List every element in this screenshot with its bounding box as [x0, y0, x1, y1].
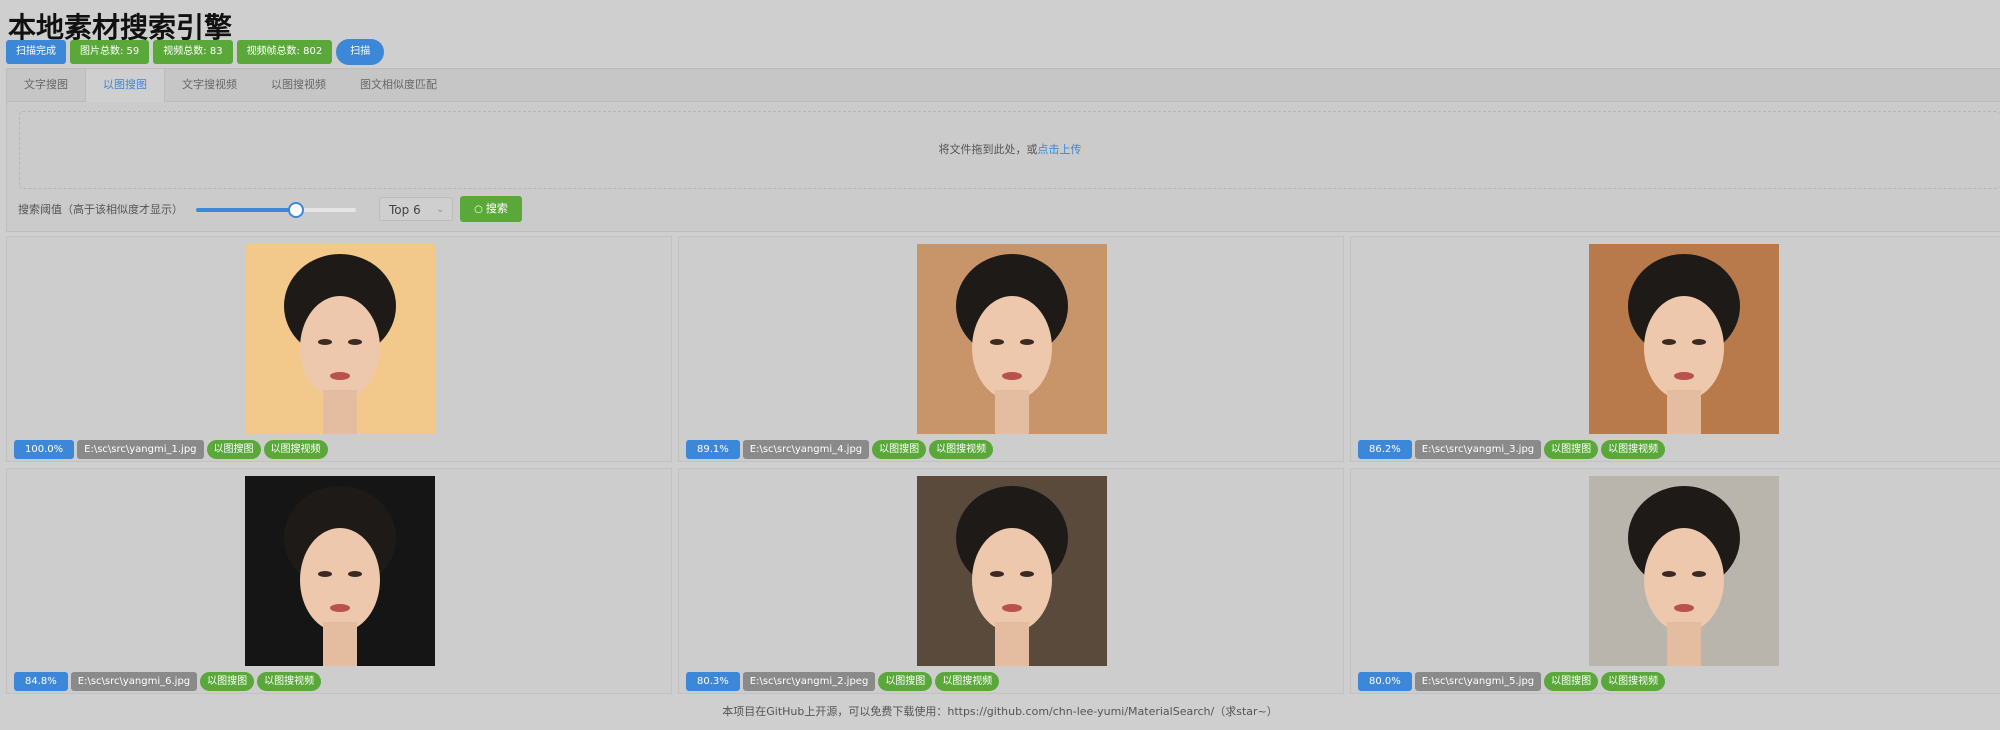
search-video-by-image-button[interactable]: 以图搜视频 — [929, 440, 994, 459]
search-by-image-button[interactable]: 以图搜图 — [200, 672, 255, 691]
result-image[interactable] — [245, 476, 435, 666]
file-path: E:\sc\src\yangmi_5.jpg — [1414, 672, 1542, 691]
search-icon: ○ — [474, 204, 483, 215]
result-image[interactable] — [917, 476, 1107, 666]
file-path: E:\sc\src\yangmi_6.jpg — [70, 672, 198, 691]
scan-status-badge: 扫描完成 — [6, 40, 66, 64]
upload-dropzone[interactable]: 将文件拖到此处，或点击上传 — [19, 111, 2000, 189]
file-path: E:\sc\src\yangmi_2.jpeg — [742, 672, 876, 691]
slider-handle[interactable] — [288, 202, 305, 218]
result-meta: 80.3% E:\sc\src\yangmi_2.jpeg 以图搜图 以图搜视频 — [686, 672, 1000, 691]
threshold-label: 搜索阈值（高于该相似度才显示） — [18, 203, 183, 216]
result-meta: 84.8% E:\sc\src\yangmi_6.jpg 以图搜图 以图搜视频 — [14, 672, 322, 691]
result-image[interactable] — [245, 244, 435, 434]
image-count-badge: 图片总数: 59 — [70, 40, 150, 64]
search-video-by-image-button[interactable]: 以图搜视频 — [935, 672, 1000, 691]
result-meta: 86.2% E:\sc\src\yangmi_3.jpg 以图搜图 以图搜视频 — [1358, 440, 1666, 459]
file-path: E:\sc\src\yangmi_3.jpg — [1414, 440, 1542, 459]
search-by-image-button[interactable]: 以图搜图 — [1544, 440, 1599, 459]
file-path: E:\sc\src\yangmi_1.jpg — [77, 440, 204, 459]
tab-image-text-match[interactable]: 图文相似度匹配 — [343, 69, 454, 101]
similarity-score: 84.8% — [14, 672, 68, 691]
search-by-image-button[interactable]: 以图搜图 — [206, 440, 261, 459]
search-video-by-image-button[interactable]: 以图搜视频 — [1601, 672, 1666, 691]
chevron-down-icon: ⌄ — [436, 205, 444, 215]
result-card: 89.1% E:\sc\src\yangmi_4.jpg 以图搜图 以图搜视频 — [678, 236, 1344, 462]
tab-bar: 文字搜图 以图搜图 文字搜视频 以图搜视频 图文相似度匹配 — [7, 69, 2000, 102]
result-meta: 89.1% E:\sc\src\yangmi_4.jpg 以图搜图 以图搜视频 — [686, 440, 994, 459]
similarity-score: 86.2% — [1358, 440, 1412, 459]
search-video-by-image-button[interactable]: 以图搜视频 — [1601, 440, 1666, 459]
status-bar: 扫描完成 图片总数: 59 视频总数: 83 视频帧总数: 802 扫描 — [6, 39, 385, 65]
result-card: 84.8% E:\sc\src\yangmi_6.jpg 以图搜图 以图搜视频 — [6, 468, 672, 694]
result-card: 100.0% E:\sc\src\yangmi_1.jpg 以图搜图 以图搜视频 — [6, 236, 672, 462]
result-image[interactable] — [1589, 244, 1779, 434]
tab-image-to-image[interactable]: 以图搜图 — [85, 69, 165, 102]
result-meta: 80.0% E:\sc\src\yangmi_5.jpg 以图搜图 以图搜视频 — [1358, 672, 1666, 691]
tab-image-to-video[interactable]: 以图搜视频 — [254, 69, 343, 101]
upload-link[interactable]: 点击上传 — [1038, 143, 1082, 156]
result-card: 86.2% E:\sc\src\yangmi_3.jpg 以图搜图 以图搜视频 — [1350, 236, 2000, 462]
top-k-value: Top 6 — [389, 203, 421, 217]
frame-count-badge: 视频帧总数: 802 — [236, 40, 333, 64]
video-count-badge: 视频总数: 83 — [153, 40, 233, 64]
search-button-label: 搜索 — [485, 202, 508, 215]
search-video-by-image-button[interactable]: 以图搜视频 — [263, 440, 328, 459]
result-image[interactable] — [1589, 476, 1779, 666]
search-by-image-button[interactable]: 以图搜图 — [878, 672, 933, 691]
similarity-score: 80.3% — [686, 672, 740, 691]
footer-text: 本项目在GitHub上开源，可以免费下载使用：https://github.co… — [722, 705, 1278, 718]
similarity-score: 80.0% — [1358, 672, 1412, 691]
tab-text-to-image[interactable]: 文字搜图 — [7, 69, 85, 101]
result-meta: 100.0% E:\sc\src\yangmi_1.jpg 以图搜图 以图搜视频 — [14, 440, 328, 459]
scan-button[interactable]: 扫描 — [336, 39, 385, 65]
result-image[interactable] — [917, 244, 1107, 434]
search-by-image-button[interactable]: 以图搜图 — [1544, 672, 1599, 691]
file-path: E:\sc\src\yangmi_4.jpg — [742, 440, 870, 459]
result-card: 80.3% E:\sc\src\yangmi_2.jpeg 以图搜图 以图搜视频 — [678, 468, 1344, 694]
similarity-score: 100.0% — [14, 440, 75, 459]
top-k-select[interactable]: Top 6 ⌄ — [379, 197, 453, 221]
search-by-image-button[interactable]: 以图搜图 — [872, 440, 927, 459]
search-panel: 文字搜图 以图搜图 文字搜视频 以图搜视频 图文相似度匹配 将文件拖到此处，或点… — [6, 68, 2000, 232]
slider-fill — [196, 208, 296, 212]
upload-hint: 将文件拖到此处，或 — [938, 143, 1038, 156]
threshold-slider[interactable] — [196, 202, 356, 218]
search-button[interactable]: ○ 搜索 — [460, 196, 522, 222]
search-video-by-image-button[interactable]: 以图搜视频 — [257, 672, 322, 691]
result-card: 80.0% E:\sc\src\yangmi_5.jpg 以图搜图 以图搜视频 — [1350, 468, 2000, 694]
similarity-score: 89.1% — [686, 440, 740, 459]
tab-text-to-video[interactable]: 文字搜视频 — [165, 69, 254, 101]
